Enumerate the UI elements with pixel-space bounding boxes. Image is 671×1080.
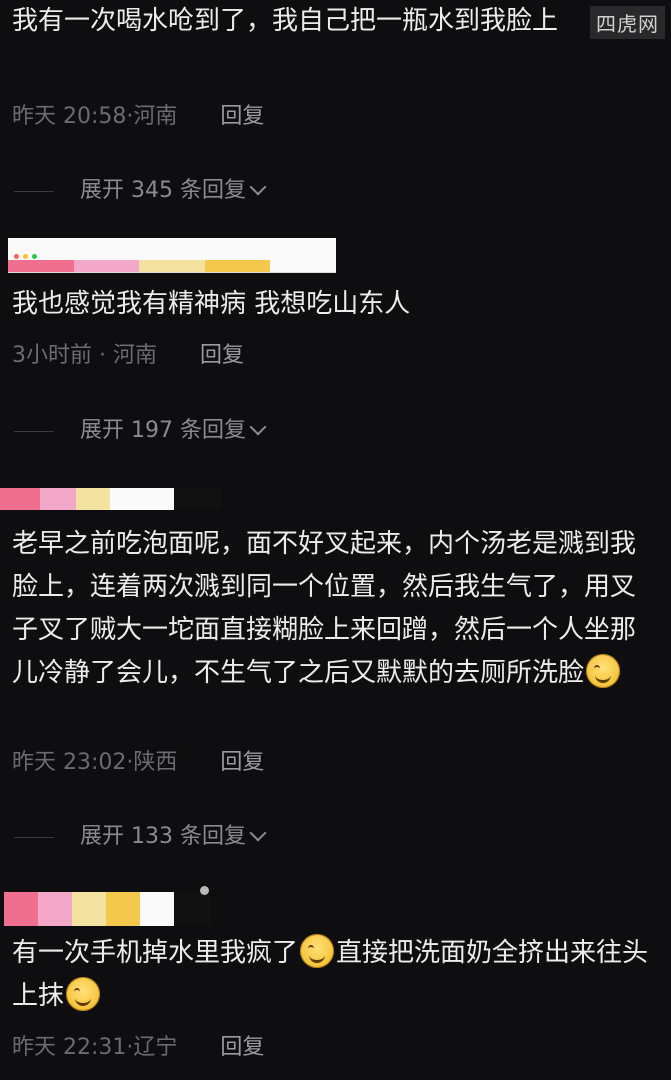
avatar-name-redacted[interactable] (4, 892, 210, 926)
reply-button[interactable]: 回复 (220, 750, 264, 775)
expand-replies-label: 展开 133 条回复 (80, 824, 246, 849)
expand-replies-label: 展开 197 条回复 (80, 418, 246, 443)
comment-2-meta: 3小时前 · 河南 回复 (0, 339, 671, 373)
avatar-name-redacted[interactable] (0, 488, 222, 510)
expand-replies-button[interactable]: 展开 345 条回复 (0, 174, 671, 208)
comment-location: 河南 (133, 104, 178, 129)
reply-button[interactable]: 回复 (220, 1035, 264, 1060)
chevron-down-icon (249, 418, 267, 436)
comment-1-meta: 昨天 20:58·河南 回复 (0, 100, 671, 134)
comment-location: 陕西 (133, 750, 178, 775)
comment-time: 3小时前 (12, 343, 92, 368)
comment-meta: 昨天 23:02·陕西 回复 (12, 750, 265, 775)
comment-time: 昨天 22:31 (12, 1035, 127, 1060)
comment-text: 我也感觉我有精神病 我想吃山东人 (12, 289, 411, 319)
avatar-name-redacted[interactable] (8, 238, 336, 273)
divider (14, 190, 54, 192)
comment-text: 我有一次喝水呛到了，我自己把一瓶水到我脸上 (12, 6, 559, 36)
expand-replies-button[interactable]: 展开 197 条回复 (0, 414, 671, 448)
comment-3-meta: 昨天 23:02·陕西 回复 (0, 746, 671, 780)
status-dot-icon (200, 886, 209, 895)
comment-location: 辽宁 (133, 1035, 178, 1060)
comment-meta: 昨天 22:31·辽宁 回复 (12, 1035, 265, 1060)
reply-button[interactable]: 回复 (220, 104, 264, 129)
comment-meta: 昨天 20:58·河南 回复 (12, 104, 265, 129)
comment-text: 老早之前吃泡面呢，面不好叉起来，内个汤老是溅到我脸上，连着两次溅到同一个位置，然… (12, 529, 637, 688)
watermark: 四虎网 (590, 6, 665, 39)
comment-time: 昨天 23:02 (12, 750, 127, 775)
chevron-down-icon (249, 824, 267, 842)
comment-time: 昨天 20:58 (12, 104, 127, 129)
divider (14, 836, 54, 838)
reply-button[interactable]: 回复 (200, 343, 244, 368)
expand-replies-button[interactable]: 展开 133 条回复 (0, 820, 671, 854)
comment-2: 我也感觉我有精神病 我想吃山东人 (0, 283, 671, 326)
comment-location: 河南 (112, 343, 157, 368)
comment-meta: 3小时前 · 河南 回复 (12, 343, 245, 368)
color-swatches (8, 260, 336, 272)
divider (14, 430, 54, 432)
smiling-emoji-icon (300, 933, 335, 968)
comment-4-meta: 昨天 22:31·辽宁 回复 (0, 1031, 671, 1065)
chevron-down-icon (249, 178, 267, 196)
comment-text: 有一次手机掉水里我疯了 直接把洗面奶全挤出来往头上抹 (12, 932, 659, 1018)
comment-1: 我有一次喝水呛到了，我自己把一瓶水到我脸上 (0, 0, 671, 43)
grinning-sweat-emoji-icon (586, 653, 621, 688)
comment-3: 老早之前吃泡面呢，面不好叉起来，内个汤老是溅到我脸上，连着两次溅到同一个位置，然… (0, 523, 671, 695)
comment-4: 有一次手机掉水里我疯了 直接把洗面奶全挤出来往头上抹 (0, 932, 671, 1018)
expand-replies-label: 展开 345 条回复 (80, 178, 246, 203)
smiling-emoji-icon (66, 976, 101, 1011)
